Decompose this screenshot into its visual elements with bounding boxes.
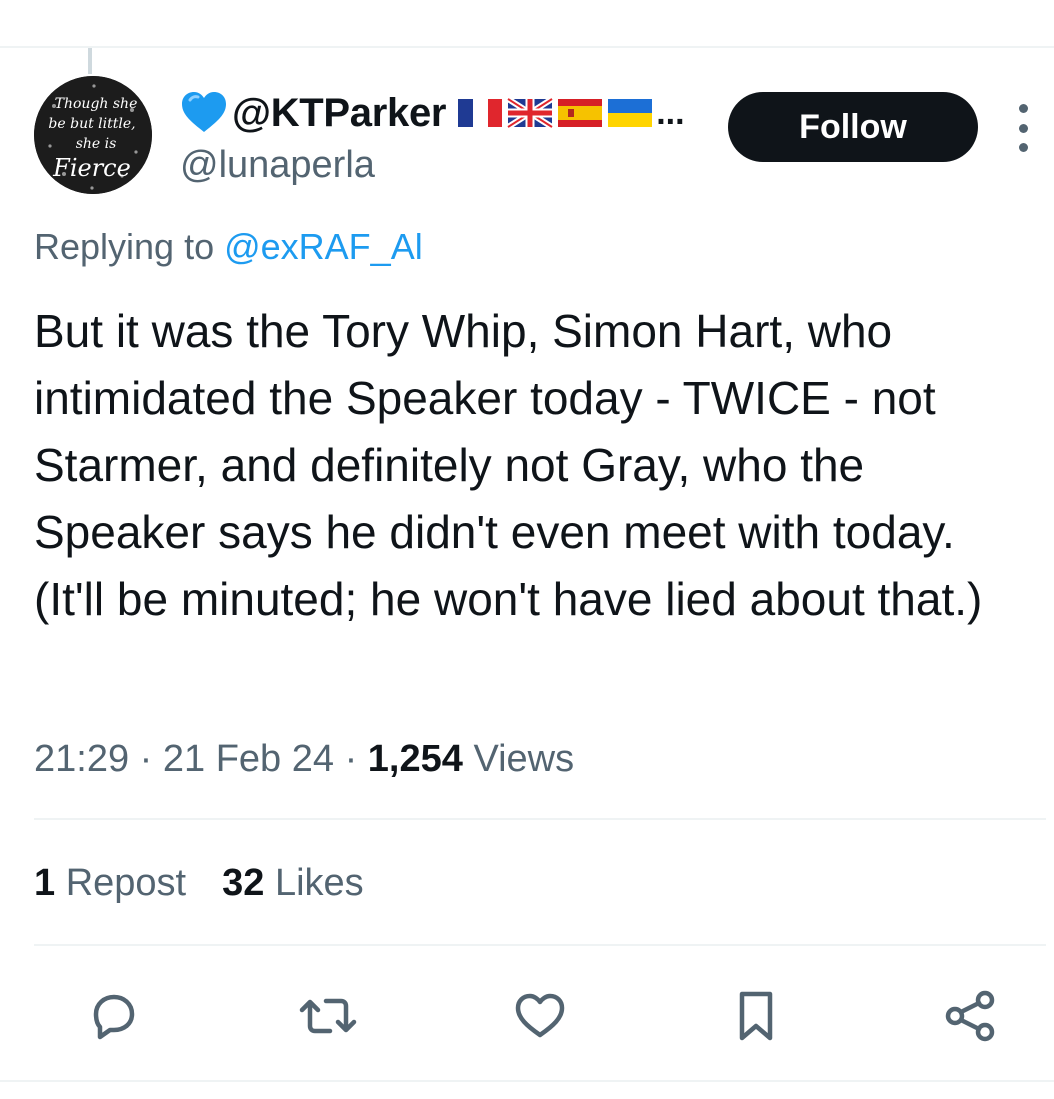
bookmark-icon xyxy=(739,991,773,1041)
views-count: 1,254 xyxy=(367,738,463,780)
share-button[interactable] xyxy=(938,984,1002,1048)
top-divider xyxy=(0,46,1054,48)
stats-divider xyxy=(34,944,1046,946)
meta-divider xyxy=(34,818,1046,820)
replying-to: Replying to @exRAF_Al xyxy=(34,226,423,268)
tweet-text: But it was the Tory Whip, Simon Hart, wh… xyxy=(34,305,983,625)
tweet-page: Though she be but little, she is Fierce … xyxy=(0,0,1054,1099)
replying-to-handle-link[interactable]: @exRAF_Al xyxy=(224,226,423,267)
likes-stat[interactable]: 32 Likes xyxy=(222,862,364,905)
more-dot-icon xyxy=(1018,123,1028,133)
meta-separator: · xyxy=(334,738,368,780)
display-name-row[interactable]: @KTParker ... xyxy=(180,88,685,138)
avatar-text-1: Though she xyxy=(55,96,138,112)
blue-heart-icon xyxy=(182,92,226,132)
flag-emojis xyxy=(456,97,654,129)
display-name: @KTParker xyxy=(232,90,447,135)
spain-flag-icon xyxy=(558,99,603,127)
views-label: Views xyxy=(462,738,575,780)
reposts-label: Repost xyxy=(55,862,187,904)
avatar-text-4: Fierce xyxy=(52,154,131,182)
france-flag-icon xyxy=(458,99,503,127)
engagement-stats: 1 Repost 32 Likes xyxy=(34,862,364,905)
follow-button[interactable]: Follow xyxy=(728,92,978,162)
name-truncation: ... xyxy=(656,94,685,132)
reposts-count: 1 xyxy=(34,862,56,904)
repost-button[interactable] xyxy=(296,984,360,1048)
avatar-text-2: be but little, xyxy=(48,116,135,132)
bottom-divider xyxy=(0,1080,1054,1082)
avatar-text-3: she is xyxy=(76,136,117,152)
tweet-time[interactable]: 21:29 xyxy=(34,738,129,780)
reposts-stat[interactable]: 1 Repost xyxy=(34,862,186,905)
like-icon xyxy=(515,993,565,1038)
reply-button[interactable] xyxy=(82,984,146,1048)
repost-icon xyxy=(299,998,357,1034)
share-icon xyxy=(945,990,995,1042)
tweet-date[interactable]: 21 Feb 24 xyxy=(163,738,334,780)
more-options-button[interactable] xyxy=(1006,104,1040,152)
reply-icon xyxy=(93,994,135,1040)
avatar[interactable]: Though she be but little, she is Fierce xyxy=(34,76,152,194)
more-dot-icon xyxy=(1018,104,1028,113)
ukraine-flag-icon xyxy=(608,99,653,127)
more-dot-icon xyxy=(1018,143,1028,152)
action-bar xyxy=(0,984,1054,1048)
replying-to-label: Replying to xyxy=(34,226,225,267)
tweet-meta: 21:29 · 21 Feb 24 · 1,254 Views xyxy=(34,738,574,781)
author-handle[interactable]: @lunaperla xyxy=(180,144,685,187)
likes-count: 32 xyxy=(222,862,265,904)
likes-label: Likes xyxy=(264,862,364,904)
like-button[interactable] xyxy=(508,984,572,1048)
uk-flag-icon xyxy=(506,97,554,129)
thread-connector-line xyxy=(88,48,92,74)
meta-separator: · xyxy=(129,738,163,780)
bookmark-button[interactable] xyxy=(724,984,788,1048)
tweet-header: @KTParker ... @lunaperla xyxy=(180,88,685,187)
